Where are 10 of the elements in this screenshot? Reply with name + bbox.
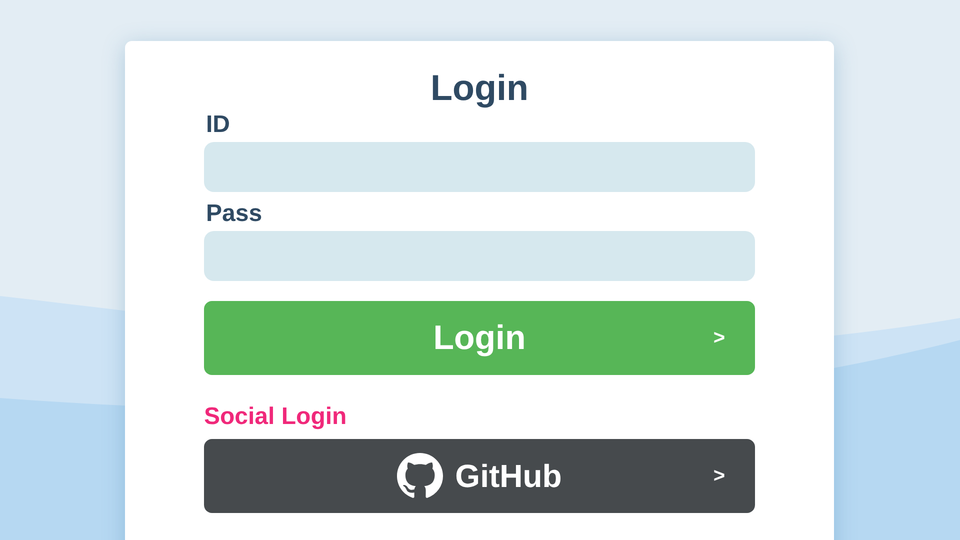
field-label: Pass	[206, 200, 262, 228]
github-button[interactable]: GitHub >	[204, 439, 755, 513]
arrow-icon: >	[713, 465, 725, 487]
login-title: Login	[430, 66, 528, 110]
arrow-icon: >	[713, 327, 725, 349]
cat-logo-icon	[397, 453, 444, 499]
input-field[interactable]	[204, 142, 755, 192]
field-label: ID	[206, 111, 230, 139]
social-login-heading: Social Login	[204, 403, 347, 431]
input-field[interactable]	[204, 231, 755, 281]
